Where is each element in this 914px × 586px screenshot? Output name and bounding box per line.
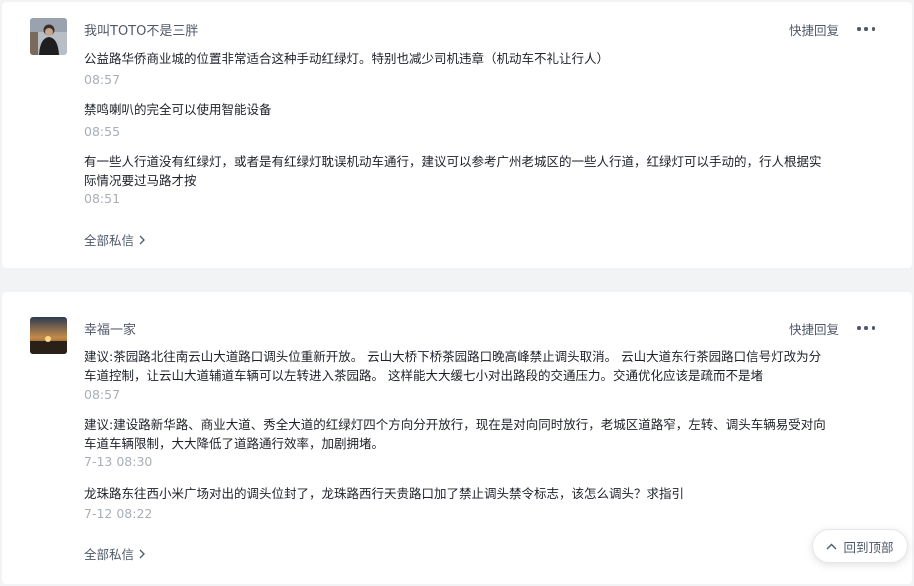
avatar[interactable]	[30, 317, 67, 354]
message-time: 7-12 08:22	[84, 506, 153, 521]
message-time: 08:57	[84, 72, 121, 87]
message-text: 公益路华侨商业城的位置非常适合这种手动红绿灯。特别也减少司机违章（机动车不礼让行…	[84, 51, 610, 66]
chevron-right-icon	[139, 235, 145, 244]
message-text: 有一些人行道没有红绿灯，或者是有红绿灯耽误机动车通行，建议可以参考广州老城区的一…	[84, 154, 822, 188]
message-text: 禁鸣喇叭的完全可以使用智能设备	[84, 102, 272, 117]
all-messages-link[interactable]: 全部私信	[84, 544, 145, 563]
message-time: 08:57	[84, 387, 121, 402]
chevron-up-icon	[826, 543, 837, 549]
more-dots-icon[interactable]	[857, 325, 875, 331]
chevron-right-icon	[139, 549, 145, 558]
conversation-card: 幸福一家 快捷回复 建议:茶园路北往南云山大道路口调头位重新开放。 云山大桥下桥…	[2, 292, 912, 584]
message-time: 7-13 08:30	[84, 454, 153, 469]
message-text: 建议:建设路新华路、商业大道、秀全大道的红绿灯四个方向分开放行，现在是对向同时放…	[84, 417, 826, 451]
conversation-card: 我叫TOTO不是三胖 快捷回复 公益路华侨商业城的位置非常适合这种手动红绿灯。特…	[2, 2, 912, 268]
quick-reply-button[interactable]: 快捷回复	[789, 20, 839, 39]
avatar[interactable]	[30, 18, 67, 55]
all-messages-label: 全部私信	[84, 233, 135, 248]
all-messages-link[interactable]: 全部私信	[84, 230, 145, 249]
quick-reply-button[interactable]: 快捷回复	[789, 319, 839, 338]
username[interactable]: 我叫TOTO不是三胖	[84, 20, 198, 39]
message-time: 08:51	[84, 191, 121, 206]
back-to-top-button[interactable]: 回到顶部	[812, 529, 908, 563]
username[interactable]: 幸福一家	[84, 319, 136, 338]
message-time: 08:55	[84, 124, 121, 139]
all-messages-label: 全部私信	[84, 547, 135, 562]
back-to-top-label: 回到顶部	[843, 539, 894, 555]
more-dots-icon[interactable]	[857, 26, 875, 32]
message-text: 龙珠路东往西小米广场对出的调头位封了，龙珠路西行天贵路口加了禁止调头禁令标志，该…	[84, 486, 685, 501]
message-text: 建议:茶园路北往南云山大道路口调头位重新开放。 云山大桥下桥茶园路口晚高峰禁止调…	[84, 349, 822, 383]
